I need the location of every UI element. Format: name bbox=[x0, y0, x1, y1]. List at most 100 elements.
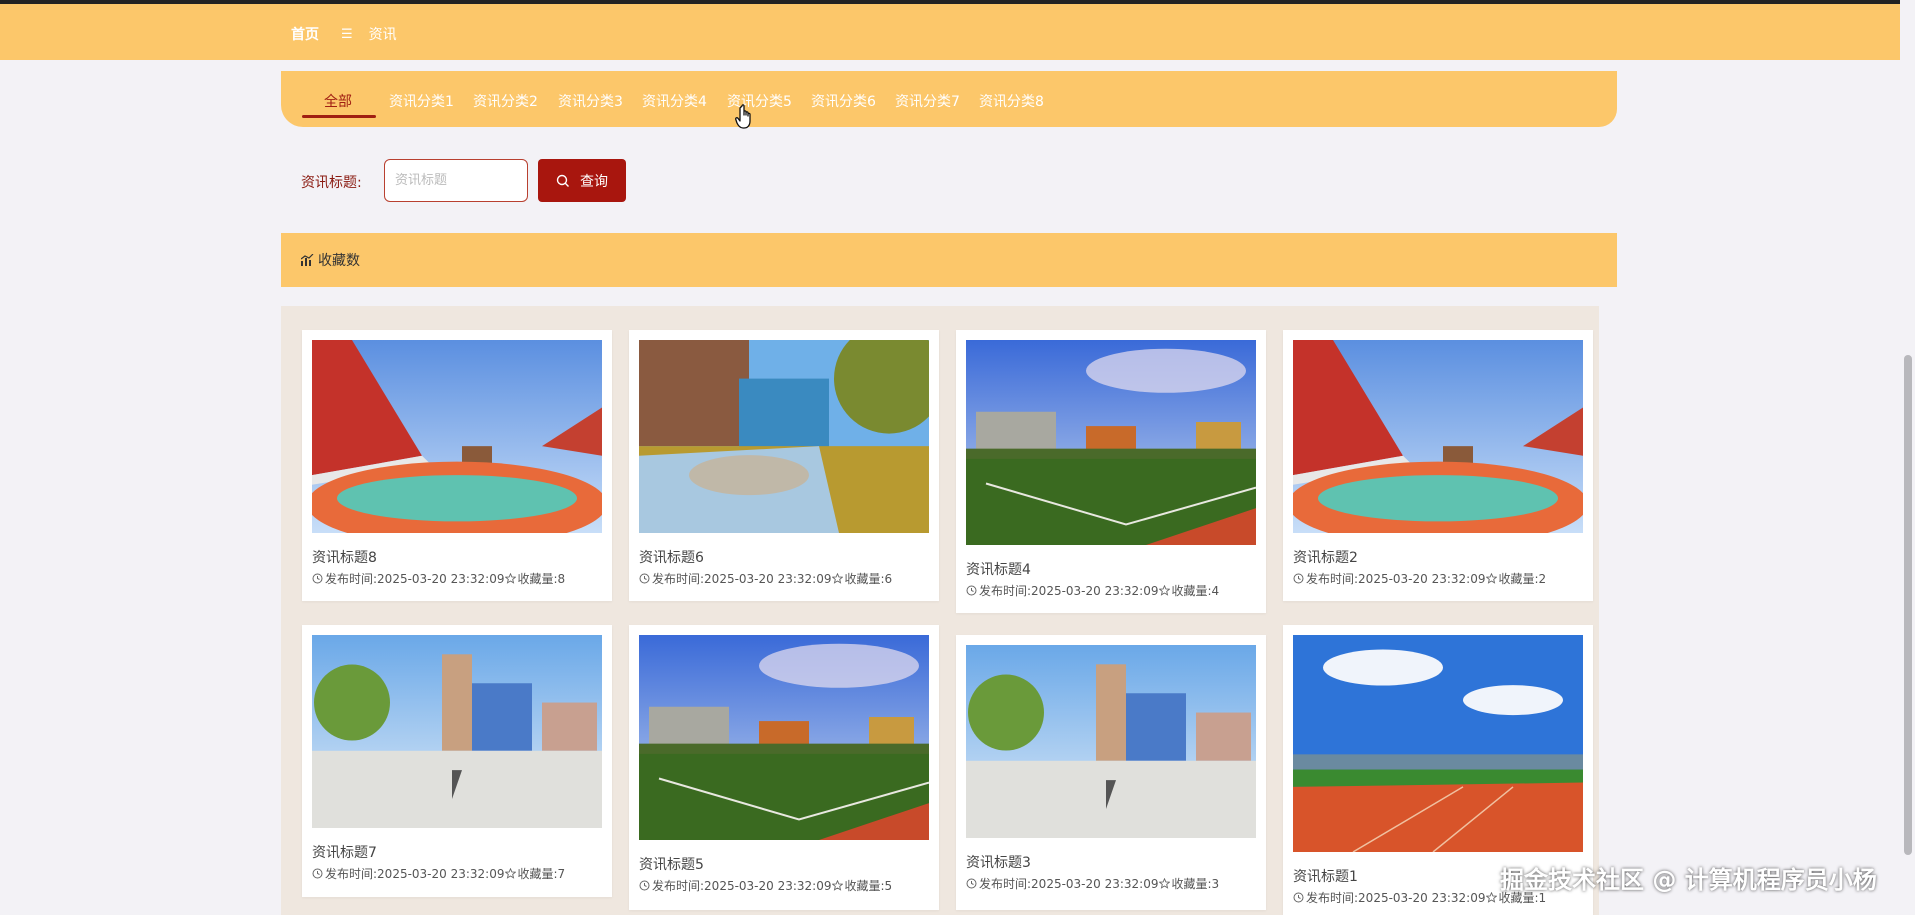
publish-time-value: 2025-03-20 23:32:09 bbox=[704, 571, 832, 586]
clock-icon bbox=[966, 585, 977, 596]
favorite-count-value: 3 bbox=[1211, 876, 1220, 891]
publish-time-value: 2025-03-20 23:32:09 bbox=[1031, 583, 1159, 598]
favorite-count-label: 收藏量: bbox=[844, 879, 885, 893]
sort-bar: 收藏数 bbox=[281, 233, 1617, 287]
star-icon bbox=[1158, 878, 1170, 889]
clock-icon bbox=[312, 868, 323, 879]
news-card[interactable]: 资讯标题8 发布时间: 2025-03-20 23:32:09 收藏量: 8 bbox=[302, 330, 612, 601]
category-tab-1[interactable]: 资讯分类1 bbox=[389, 91, 454, 111]
news-thumbnail-image[interactable] bbox=[639, 323, 944, 537]
news-title[interactable]: 资讯标题7 bbox=[312, 842, 602, 862]
news-card[interactable]: 资讯标题6 发布时间: 2025-03-20 23:32:09 收藏量: 6 bbox=[629, 323, 944, 601]
bar-chart-icon bbox=[301, 254, 314, 266]
breadcrumb-home-link[interactable]: 首页 bbox=[291, 24, 319, 44]
star-icon bbox=[504, 573, 516, 584]
clock-icon bbox=[312, 573, 323, 584]
publish-time-value: 2025-03-20 23:32:09 bbox=[1358, 890, 1486, 905]
news-title[interactable]: 资讯标题2 bbox=[1293, 547, 1583, 567]
publish-time-label: 发布时间: bbox=[979, 584, 1032, 598]
favorite-count-value: 4 bbox=[1211, 583, 1220, 598]
news-meta: 发布时间: 2025-03-20 23:32:09 收藏量: 7 bbox=[312, 865, 602, 882]
news-thumbnail-image[interactable] bbox=[312, 635, 602, 832]
favorite-count-value: 5 bbox=[884, 878, 893, 893]
clock-icon bbox=[1293, 892, 1304, 903]
publish-time-label: 发布时间: bbox=[652, 879, 705, 893]
news-title[interactable]: 资讯标题5 bbox=[639, 854, 929, 874]
search-button[interactable]: 查询 bbox=[538, 159, 626, 202]
favorite-count-value: 8 bbox=[557, 571, 566, 586]
category-tab-4[interactable]: 资讯分类4 bbox=[642, 91, 707, 111]
publish-time-label: 发布时间: bbox=[1306, 891, 1359, 905]
news-card[interactable]: 资讯标题7 发布时间: 2025-03-20 23:32:09 收藏量: 7 bbox=[302, 625, 612, 897]
news-card[interactable]: 资讯标题5 发布时间: 2025-03-20 23:32:09 收藏量: 5 bbox=[629, 625, 939, 910]
clock-icon bbox=[639, 573, 650, 584]
category-tab-all[interactable]: 全部 bbox=[324, 91, 352, 111]
favorite-count-label: 收藏量: bbox=[1171, 877, 1212, 891]
search-button-label: 查询 bbox=[580, 173, 608, 190]
publish-time-label: 发布时间: bbox=[325, 867, 378, 881]
search-icon bbox=[556, 174, 569, 187]
favorite-count-value: 2 bbox=[1538, 571, 1547, 586]
news-title[interactable]: 资讯标题6 bbox=[639, 547, 929, 567]
news-thumbnail-image[interactable] bbox=[307, 340, 607, 547]
top-nav-bar: 首页 ☰ 资讯 bbox=[0, 0, 1900, 60]
news-thumbnail-image[interactable] bbox=[966, 645, 1256, 842]
publish-time-label: 发布时间: bbox=[1306, 572, 1359, 586]
news-thumbnail-image[interactable] bbox=[639, 635, 930, 844]
news-meta: 发布时间: 2025-03-20 23:32:09 收藏量: 3 bbox=[966, 875, 1256, 892]
news-title[interactable]: 资讯标题4 bbox=[966, 559, 1256, 579]
news-thumbnail-image[interactable] bbox=[966, 340, 1257, 549]
star-icon bbox=[831, 573, 843, 584]
news-card[interactable]: 资讯标题3 发布时间: 2025-03-20 23:32:09 收藏量: 3 bbox=[956, 635, 1266, 910]
publish-time-label: 发布时间: bbox=[652, 572, 705, 586]
publish-time-value: 2025-03-20 23:32:09 bbox=[377, 571, 505, 586]
news-thumbnail-image[interactable] bbox=[1288, 340, 1588, 547]
search-title-label: 资讯标题: bbox=[301, 175, 362, 191]
clock-icon bbox=[1293, 573, 1304, 584]
favorite-count-label: 收藏量: bbox=[1498, 572, 1539, 586]
scrollbar-thumb[interactable] bbox=[1904, 355, 1912, 855]
favorite-count-label: 收藏量: bbox=[517, 572, 558, 586]
news-title[interactable]: 资讯标题8 bbox=[312, 547, 602, 567]
hand-cursor-icon bbox=[735, 104, 751, 129]
star-icon bbox=[831, 880, 843, 891]
sort-by-favorites-link[interactable]: 收藏数 bbox=[318, 250, 360, 270]
favorite-count-value: 6 bbox=[884, 571, 893, 586]
category-tab-6[interactable]: 资讯分类6 bbox=[811, 91, 876, 111]
news-card[interactable]: 资讯标题4 发布时间: 2025-03-20 23:32:09 收藏量: 4 bbox=[956, 330, 1266, 613]
category-tab-3[interactable]: 资讯分类3 bbox=[558, 91, 623, 111]
category-tab-bar: 全部 资讯分类1 资讯分类2 资讯分类3 资讯分类4 资讯分类5 资讯分类6 资… bbox=[281, 71, 1617, 127]
news-card[interactable]: 资讯标题2 发布时间: 2025-03-20 23:32:09 收藏量: 2 bbox=[1283, 330, 1593, 601]
clock-icon bbox=[639, 880, 650, 891]
favorite-count-label: 收藏量: bbox=[517, 867, 558, 881]
favorite-count-value: 7 bbox=[557, 866, 566, 881]
news-meta: 发布时间: 2025-03-20 23:32:09 收藏量: 8 bbox=[312, 570, 602, 587]
breadcrumb-current: 资讯 bbox=[368, 27, 397, 43]
news-meta: 发布时间: 2025-03-20 23:32:09 收藏量: 5 bbox=[639, 877, 929, 894]
news-meta: 发布时间: 2025-03-20 23:32:09 收藏量: 4 bbox=[966, 582, 1256, 599]
star-icon bbox=[1485, 892, 1497, 903]
news-title[interactable]: 资讯标题3 bbox=[966, 852, 1256, 872]
publish-time-value: 2025-03-20 23:32:09 bbox=[1358, 571, 1486, 586]
star-icon bbox=[504, 868, 516, 879]
publish-time-value: 2025-03-20 23:32:09 bbox=[1031, 876, 1159, 891]
search-title-input[interactable] bbox=[384, 159, 528, 202]
star-icon bbox=[1485, 573, 1497, 584]
category-tab-2[interactable]: 资讯分类2 bbox=[473, 91, 538, 111]
category-tab-7[interactable]: 资讯分类7 bbox=[895, 91, 960, 111]
active-tab-underline bbox=[302, 115, 376, 118]
news-thumbnail-image[interactable] bbox=[1293, 635, 1583, 856]
watermark: 掘金技术社区 @ 计算机程序员小杨 bbox=[1500, 866, 1877, 894]
favorite-count-label: 收藏量: bbox=[1171, 584, 1212, 598]
publish-time-label: 发布时间: bbox=[979, 877, 1032, 891]
category-tab-8[interactable]: 资讯分类8 bbox=[979, 91, 1044, 111]
news-meta: 发布时间: 2025-03-20 23:32:09 收藏量: 6 bbox=[639, 570, 929, 587]
breadcrumb-separator-icon: ☰ bbox=[341, 26, 353, 42]
star-icon bbox=[1158, 585, 1170, 596]
scrollbar-track[interactable] bbox=[1900, 0, 1915, 915]
publish-time-label: 发布时间: bbox=[325, 572, 378, 586]
publish-time-value: 2025-03-20 23:32:09 bbox=[704, 878, 832, 893]
breadcrumb: 首页 ☰ 资讯 bbox=[291, 24, 397, 44]
news-meta: 发布时间: 2025-03-20 23:32:09 收藏量: 2 bbox=[1293, 570, 1583, 587]
favorite-count-label: 收藏量: bbox=[844, 572, 885, 586]
